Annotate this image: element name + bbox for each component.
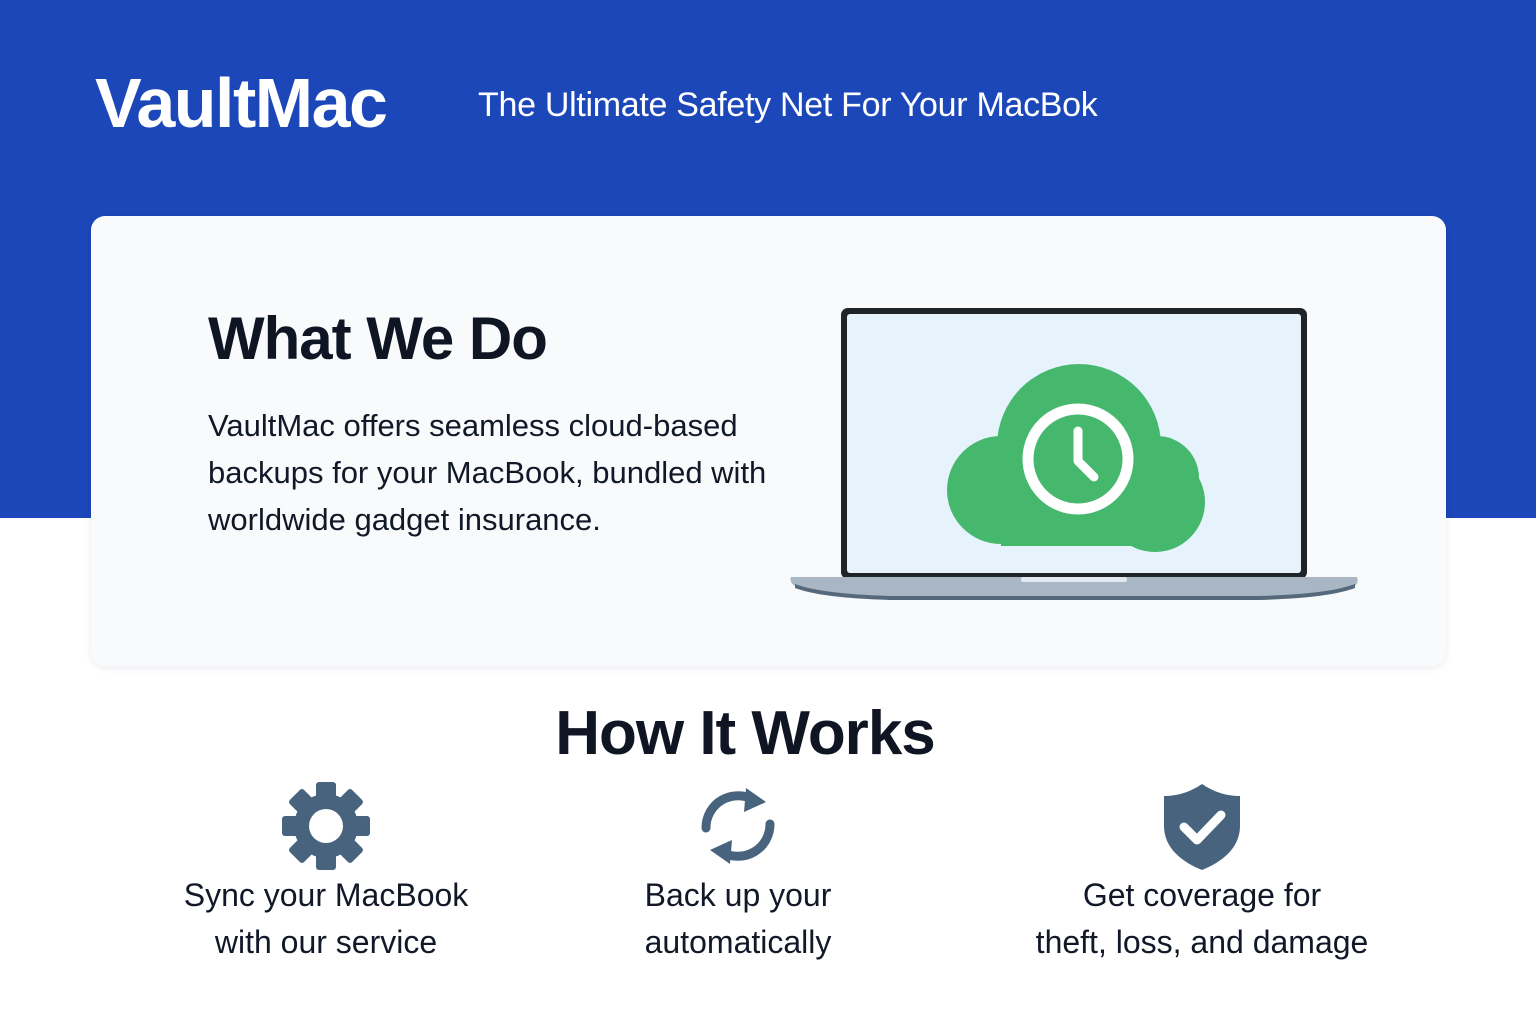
step-sync: Sync your MacBook with our service (116, 780, 536, 966)
brand-logo[interactable]: VaultMac (95, 68, 388, 138)
landing-page: VaultMac The Ultimate Safety Net For You… (0, 0, 1536, 1024)
how-it-works-title: How It Works (555, 699, 936, 768)
step-coverage: Get coverage for theft, loss, and damage (992, 780, 1412, 966)
what-we-do-description: VaultMac offers seamless cloud-based bac… (208, 408, 767, 537)
step-backup: Back up your automatically (528, 780, 948, 966)
what-we-do-title: What We Do (208, 305, 548, 372)
step-coverage-label: Get coverage for theft, loss, and damage (1035, 877, 1369, 960)
tagline: The Ultimate Safety Net For Your MacBok (478, 86, 1098, 124)
shield-check-icon (1164, 784, 1240, 870)
laptop-cloud-clock-icon (790, 308, 1358, 600)
gear-icon (282, 782, 370, 870)
step-backup-label: Back up your automatically (644, 877, 832, 960)
sync-arrows-icon (701, 788, 775, 864)
step-sync-label: Sync your MacBook with our service (183, 877, 469, 960)
what-we-do-card: What We Do VaultMac offers seamless clou… (91, 216, 1446, 666)
